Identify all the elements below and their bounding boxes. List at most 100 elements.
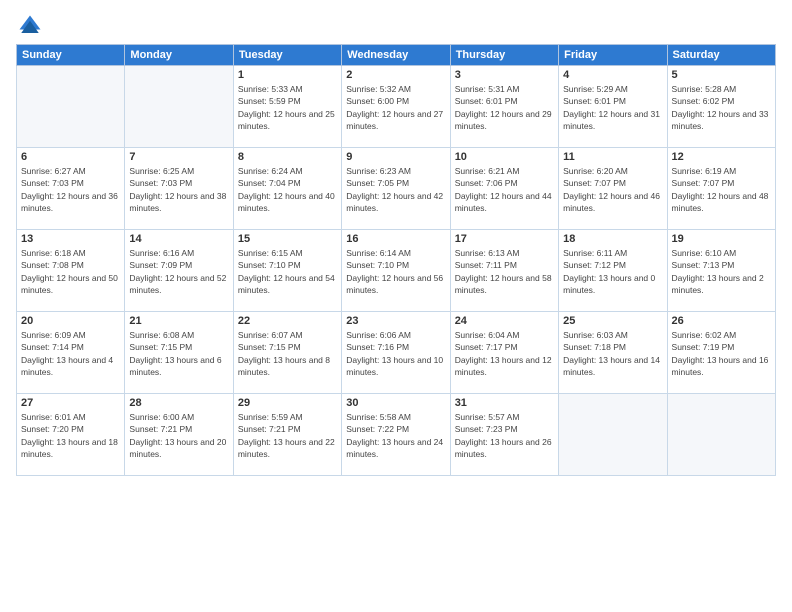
calendar-cell: 12 Sunrise: 6:19 AMSunset: 7:07 PMDayligh… — [667, 148, 775, 230]
day-detail: Sunrise: 6:11 AMSunset: 7:12 PMDaylight:… — [563, 247, 662, 296]
day-detail: Sunrise: 6:06 AMSunset: 7:16 PMDaylight:… — [346, 329, 445, 378]
day-number: 27 — [21, 397, 120, 409]
day-detail: Sunrise: 5:57 AMSunset: 7:23 PMDaylight:… — [455, 411, 554, 460]
day-number: 25 — [563, 315, 662, 327]
day-detail: Sunrise: 6:25 AMSunset: 7:03 PMDaylight:… — [129, 165, 228, 214]
day-detail: Sunrise: 5:33 AMSunset: 5:59 PMDaylight:… — [238, 83, 337, 132]
calendar-cell: 26Sunrise: 6:02 AMSunset: 7:19 PMDayligh… — [667, 312, 775, 394]
calendar-cell: 25 Sunrise: 6:03 AMSunset: 7:18 PMDayligh… — [559, 312, 667, 394]
calendar-week-row: 20 Sunrise: 6:09 AMSunset: 7:14 PMDayligh… — [17, 312, 776, 394]
calendar-cell: 19Sunrise: 6:10 AMSunset: 7:13 PMDayligh… — [667, 230, 775, 312]
calendar-cell: 15 Sunrise: 6:15 AMSunset: 7:10 PMDayligh… — [233, 230, 341, 312]
day-number: 2 — [346, 69, 445, 81]
day-number: 12 — [672, 151, 771, 163]
day-number: 20 — [21, 315, 120, 327]
day-number: 1 — [238, 69, 337, 81]
day-number: 13 — [21, 233, 120, 245]
weekday-header: Tuesday — [233, 45, 341, 66]
calendar-cell: 24 Sunrise: 6:04 AMSunset: 7:17 PMDayligh… — [450, 312, 558, 394]
day-number: 28 — [129, 397, 228, 409]
weekday-header: Thursday — [450, 45, 558, 66]
weekday-header: Sunday — [17, 45, 125, 66]
calendar-cell: 5 Sunrise: 5:28 AMSunset: 6:02 PMDaylight… — [667, 66, 775, 148]
day-detail: Sunrise: 6:27 AMSunset: 7:03 PMDaylight:… — [21, 165, 120, 214]
day-number: 18 — [563, 233, 662, 245]
day-number: 8 — [238, 151, 337, 163]
calendar-cell: 8 Sunrise: 6:24 AMSunset: 7:04 PMDaylight… — [233, 148, 341, 230]
day-detail: Sunrise: 6:15 AMSunset: 7:10 PMDaylight:… — [238, 247, 337, 296]
weekday-header: Wednesday — [342, 45, 450, 66]
page: SundayMondayTuesdayWednesdayThursdayFrid… — [0, 0, 792, 612]
day-number: 5 — [672, 69, 771, 81]
calendar-week-row: 1 Sunrise: 5:33 AMSunset: 5:59 PMDaylight… — [17, 66, 776, 148]
day-detail: Sunrise: 6:03 AMSunset: 7:18 PMDaylight:… — [563, 329, 662, 378]
day-number: 29 — [238, 397, 337, 409]
day-detail: Sunrise: 6:20 AMSunset: 7:07 PMDaylight:… — [563, 165, 662, 214]
calendar-week-row: 6 Sunrise: 6:27 AMSunset: 7:03 PMDaylight… — [17, 148, 776, 230]
calendar-cell: 21 Sunrise: 6:08 AMSunset: 7:15 PMDayligh… — [125, 312, 233, 394]
day-number: 30 — [346, 397, 445, 409]
day-detail: Sunrise: 6:07 AMSunset: 7:15 PMDaylight:… — [238, 329, 337, 378]
day-number: 16 — [346, 233, 445, 245]
day-detail: Sunrise: 6:04 AMSunset: 7:17 PMDaylight:… — [455, 329, 554, 378]
calendar-cell: 11Sunrise: 6:20 AMSunset: 7:07 PMDayligh… — [559, 148, 667, 230]
day-number: 6 — [21, 151, 120, 163]
calendar-cell: 1 Sunrise: 5:33 AMSunset: 5:59 PMDaylight… — [233, 66, 341, 148]
calendar-cell: 28 Sunrise: 6:00 AMSunset: 7:21 PMDayligh… — [125, 394, 233, 476]
calendar-week-row: 13Sunrise: 6:18 AMSunset: 7:08 PMDayligh… — [17, 230, 776, 312]
day-detail: Sunrise: 5:28 AMSunset: 6:02 PMDaylight:… — [672, 83, 771, 132]
day-number: 23 — [346, 315, 445, 327]
calendar-cell: 6 Sunrise: 6:27 AMSunset: 7:03 PMDaylight… — [17, 148, 125, 230]
day-detail: Sunrise: 5:31 AMSunset: 6:01 PMDaylight:… — [455, 83, 554, 132]
calendar-cell: 17 Sunrise: 6:13 AMSunset: 7:11 PMDayligh… — [450, 230, 558, 312]
day-number: 31 — [455, 397, 554, 409]
day-number: 26 — [672, 315, 771, 327]
day-detail: Sunrise: 6:09 AMSunset: 7:14 PMDaylight:… — [21, 329, 120, 378]
calendar-cell: 23 Sunrise: 6:06 AMSunset: 7:16 PMDayligh… — [342, 312, 450, 394]
day-detail: Sunrise: 6:23 AMSunset: 7:05 PMDaylight:… — [346, 165, 445, 214]
day-number: 21 — [129, 315, 228, 327]
day-number: 4 — [563, 69, 662, 81]
day-detail: Sunrise: 5:59 AMSunset: 7:21 PMDaylight:… — [238, 411, 337, 460]
calendar-cell: 4 Sunrise: 5:29 AMSunset: 6:01 PMDaylight… — [559, 66, 667, 148]
day-number: 24 — [455, 315, 554, 327]
day-detail: Sunrise: 5:58 AMSunset: 7:22 PMDaylight:… — [346, 411, 445, 460]
day-detail: Sunrise: 6:24 AMSunset: 7:04 PMDaylight:… — [238, 165, 337, 214]
day-number: 14 — [129, 233, 228, 245]
day-detail: Sunrise: 5:29 AMSunset: 6:01 PMDaylight:… — [563, 83, 662, 132]
day-number: 7 — [129, 151, 228, 163]
day-detail: Sunrise: 6:08 AMSunset: 7:15 PMDaylight:… — [129, 329, 228, 378]
day-detail: Sunrise: 6:00 AMSunset: 7:21 PMDaylight:… — [129, 411, 228, 460]
calendar-week-row: 27 Sunrise: 6:01 AMSunset: 7:20 PMDayligh… — [17, 394, 776, 476]
calendar-cell: 9Sunrise: 6:23 AMSunset: 7:05 PMDaylight… — [342, 148, 450, 230]
calendar-cell: 18 Sunrise: 6:11 AMSunset: 7:12 PMDayligh… — [559, 230, 667, 312]
calendar-table: SundayMondayTuesdayWednesdayThursdayFrid… — [16, 44, 776, 476]
calendar-cell: 3Sunrise: 5:31 AMSunset: 6:01 PMDaylight… — [450, 66, 558, 148]
logo-icon — [16, 12, 44, 40]
calendar-cell: 10 Sunrise: 6:21 AMSunset: 7:06 PMDayligh… — [450, 148, 558, 230]
calendar-cell: 7 Sunrise: 6:25 AMSunset: 7:03 PMDaylight… — [125, 148, 233, 230]
day-number: 17 — [455, 233, 554, 245]
logo — [16, 12, 48, 40]
calendar-cell: 27 Sunrise: 6:01 AMSunset: 7:20 PMDayligh… — [17, 394, 125, 476]
weekday-header: Friday — [559, 45, 667, 66]
calendar-cell: 20 Sunrise: 6:09 AMSunset: 7:14 PMDayligh… — [17, 312, 125, 394]
header — [16, 12, 776, 40]
calendar-cell: 31 Sunrise: 5:57 AMSunset: 7:23 PMDayligh… — [450, 394, 558, 476]
calendar-cell — [17, 66, 125, 148]
day-number: 22 — [238, 315, 337, 327]
calendar-cell — [667, 394, 775, 476]
day-detail: Sunrise: 6:16 AMSunset: 7:09 PMDaylight:… — [129, 247, 228, 296]
day-detail: Sunrise: 5:32 AMSunset: 6:00 PMDaylight:… — [346, 83, 445, 132]
day-number: 10 — [455, 151, 554, 163]
day-number: 19 — [672, 233, 771, 245]
day-number: 15 — [238, 233, 337, 245]
day-detail: Sunrise: 6:13 AMSunset: 7:11 PMDaylight:… — [455, 247, 554, 296]
day-detail: Sunrise: 6:01 AMSunset: 7:20 PMDaylight:… — [21, 411, 120, 460]
calendar-cell: 2 Sunrise: 5:32 AMSunset: 6:00 PMDaylight… — [342, 66, 450, 148]
day-detail: Sunrise: 6:21 AMSunset: 7:06 PMDaylight:… — [455, 165, 554, 214]
calendar-cell — [559, 394, 667, 476]
day-detail: Sunrise: 6:19 AMSunset: 7:07 PMDaylight:… — [672, 165, 771, 214]
calendar-cell — [125, 66, 233, 148]
weekday-header-row: SundayMondayTuesdayWednesdayThursdayFrid… — [17, 45, 776, 66]
